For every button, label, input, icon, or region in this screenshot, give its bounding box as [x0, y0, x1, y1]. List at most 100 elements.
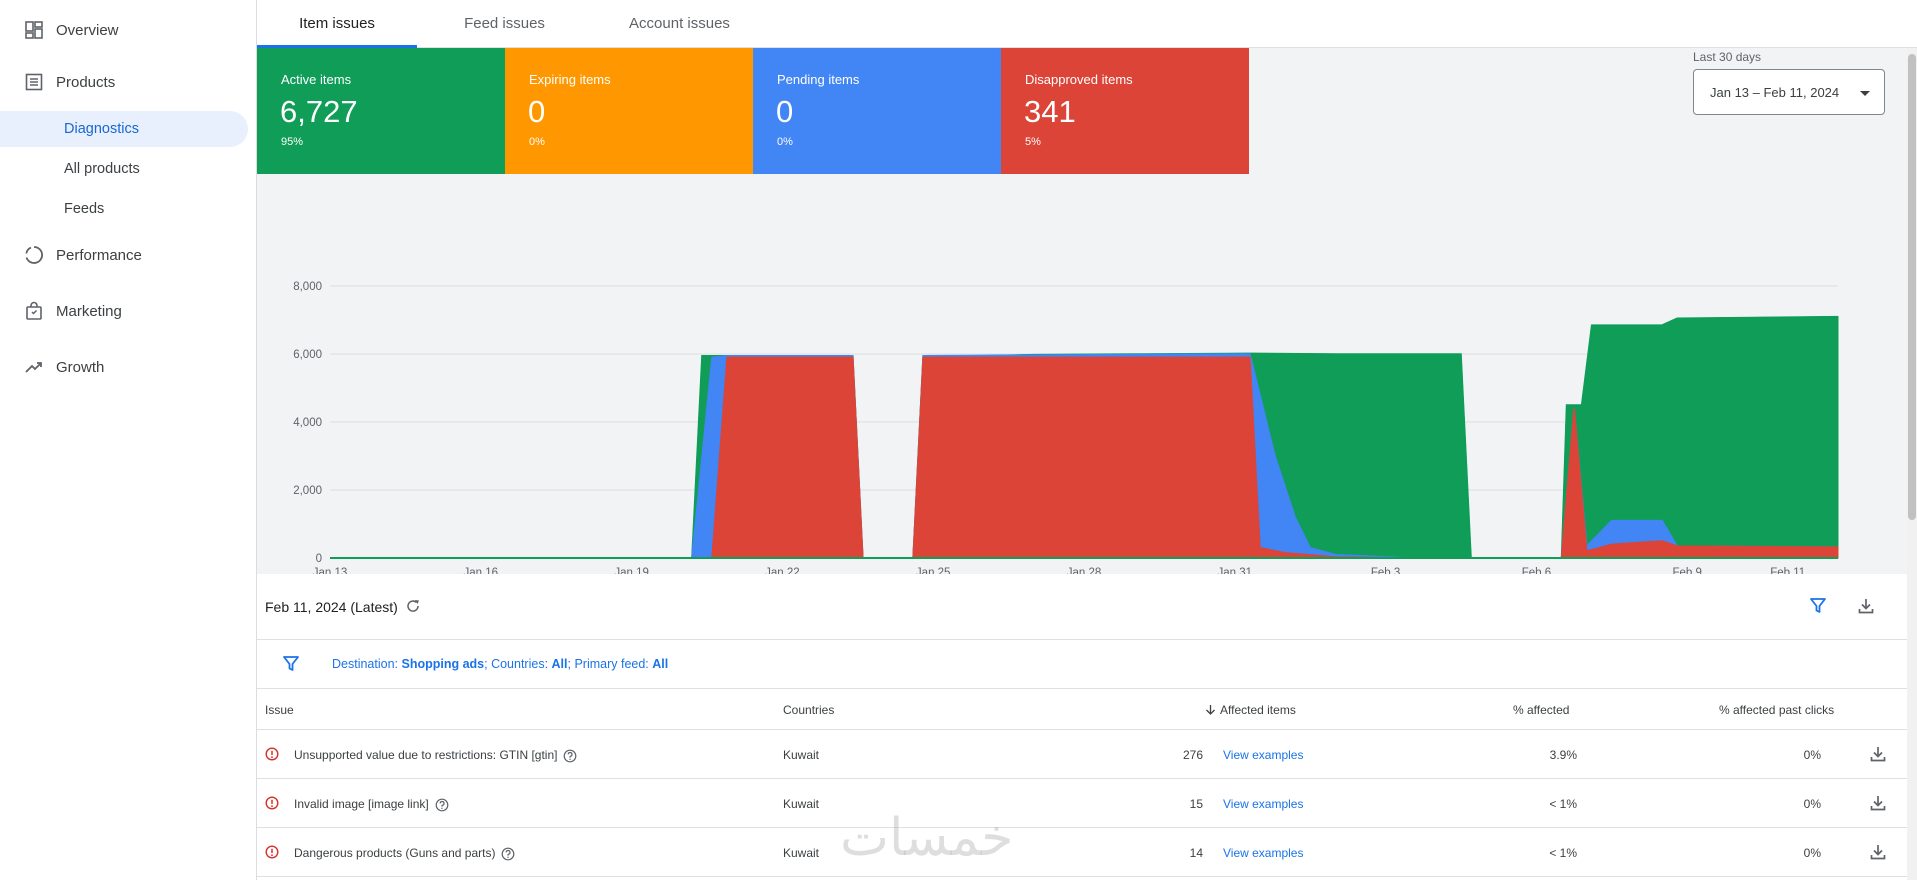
- card-percent: 95%: [281, 136, 304, 148]
- card-value: 341: [1024, 94, 1076, 129]
- nav-feeds[interactable]: Feeds: [0, 191, 248, 227]
- view-examples-link[interactable]: View examples: [1223, 846, 1303, 860]
- table-row[interactable]: Unsupported value due to restrictions: G…: [257, 730, 1907, 779]
- download-icon[interactable]: [1857, 597, 1875, 615]
- col-header-affected-items-label: Affected items: [1220, 703, 1296, 717]
- x-tick-label: Feb 6: [1522, 567, 1551, 574]
- table-row[interactable]: Dangerous products (Guns and parts) Kuwa…: [257, 828, 1907, 877]
- date-range-value: Jan 13 – Feb 11, 2024: [1710, 85, 1840, 100]
- filter-summary[interactable]: Destination: Shopping ads; Countries: Al…: [332, 657, 668, 671]
- chevron-down-icon: [1860, 91, 1870, 96]
- country-cell: Kuwait: [783, 846, 820, 860]
- dashboard-icon: [25, 21, 43, 39]
- col-header-issue[interactable]: Issue: [265, 703, 294, 717]
- tab-account-issues[interactable]: Account issues: [592, 0, 767, 47]
- filter-countries-value: All: [551, 657, 568, 671]
- filter-bar: Destination: Shopping ads; Countries: Al…: [257, 640, 1907, 689]
- pct-affected-cell: < 1%: [1549, 846, 1577, 860]
- error-icon: [265, 845, 279, 859]
- x-tick-label: Feb 11: [1770, 567, 1805, 574]
- pct-affected-cell: < 1%: [1549, 797, 1577, 811]
- issue-text: Dangerous products (Guns and parts): [294, 846, 496, 860]
- x-tick-label: Jan 28: [1067, 567, 1102, 574]
- nav-performance[interactable]: Performance: [0, 235, 256, 275]
- tab-account-issues-label: Account issues: [629, 15, 730, 32]
- table-row[interactable]: Invalid image [image link] Kuwait 15 Vie…: [257, 779, 1907, 828]
- nav-marketing[interactable]: Marketing: [0, 291, 256, 331]
- date-range-label: Last 30 days: [1693, 50, 1762, 64]
- help-icon[interactable]: [435, 798, 449, 812]
- card-value: 0: [528, 94, 546, 129]
- nav-growth[interactable]: Growth: [0, 347, 256, 387]
- card-expiring-items[interactable]: Expiring items 0 0%: [505, 48, 753, 174]
- filter-icon[interactable]: [282, 655, 300, 673]
- x-tick-label: Jan 22: [765, 567, 800, 574]
- issue-cell: Unsupported value due to restrictions: G…: [294, 748, 577, 763]
- affected-count: 14: [1189, 846, 1203, 860]
- card-label: Expiring items: [529, 72, 611, 87]
- col-header-pct-affected[interactable]: % affected: [1513, 703, 1569, 717]
- x-tick-label: Jan 31: [1218, 567, 1253, 574]
- nav-overview[interactable]: Overview: [0, 10, 256, 50]
- pct-clicks-cell: 0%: [1803, 748, 1821, 762]
- filter-icon[interactable]: [1809, 597, 1827, 615]
- filter-countries-label: ; Countries:: [484, 657, 552, 671]
- scrollbar-thumb[interactable]: [1908, 54, 1916, 520]
- date-range-select[interactable]: Jan 13 – Feb 11, 2024: [1693, 69, 1885, 115]
- nav-products-label: Products: [56, 73, 116, 91]
- card-percent: 0%: [777, 136, 793, 148]
- download-icon[interactable]: [1869, 745, 1887, 763]
- error-icon: [265, 796, 279, 810]
- card-percent: 5%: [1025, 136, 1041, 148]
- country-cell: Kuwait: [783, 748, 820, 762]
- download-icon[interactable]: [1869, 843, 1887, 861]
- nav-products[interactable]: Products: [0, 62, 256, 102]
- help-icon[interactable]: [563, 749, 577, 763]
- arrow-down-icon: [1206, 705, 1215, 715]
- nav-performance-label: Performance: [56, 246, 142, 264]
- card-percent: 0%: [529, 136, 545, 148]
- nav-all-products-label: All products: [64, 161, 140, 177]
- col-header-countries[interactable]: Countries: [783, 703, 834, 717]
- tab-item-issues[interactable]: Item issues: [257, 0, 417, 48]
- filter-destination-label: Destination:: [332, 657, 402, 671]
- issue-text: Unsupported value due to restrictions: G…: [294, 748, 558, 762]
- pct-clicks-cell: 0%: [1803, 797, 1821, 811]
- nav-marketing-label: Marketing: [56, 302, 122, 320]
- y-tick-label: 6,000: [293, 349, 322, 361]
- download-icon[interactable]: [1869, 794, 1887, 812]
- main-content: Item issues Feed issues Account issues A…: [257, 0, 1917, 880]
- tab-feed-issues[interactable]: Feed issues: [417, 0, 592, 47]
- tab-item-issues-label: Item issues: [299, 15, 375, 32]
- products-icon: [25, 73, 43, 91]
- scrollbar[interactable]: [1907, 48, 1917, 880]
- view-examples-link[interactable]: View examples: [1223, 748, 1303, 762]
- tab-feed-issues-label: Feed issues: [464, 15, 545, 32]
- filter-feed-label: ; Primary feed:: [567, 657, 653, 671]
- x-tick-label: Feb 3: [1371, 567, 1400, 574]
- y-tick-label: 4,000: [293, 417, 322, 429]
- nav-all-products[interactable]: All products: [0, 151, 248, 187]
- issue-text: Invalid image [image link]: [294, 797, 429, 811]
- y-tick-label: 2,000: [293, 485, 322, 497]
- col-header-pct-affected-clicks[interactable]: % affected past clicks: [1719, 703, 1834, 717]
- summary-area: Active items 6,727 95% Expiring items 0 …: [257, 48, 1907, 574]
- card-disapproved-items[interactable]: Disapproved items 341 5%: [1001, 48, 1249, 174]
- nav-diagnostics[interactable]: Diagnostics: [0, 111, 248, 147]
- pct-clicks-cell: 0%: [1803, 846, 1821, 860]
- view-examples-link[interactable]: View examples: [1223, 797, 1303, 811]
- tab-bar: Item issues Feed issues Account issues: [257, 0, 1917, 48]
- card-label: Disapproved items: [1025, 72, 1133, 87]
- refresh-icon[interactable]: [405, 598, 421, 614]
- affected-count: 15: [1189, 797, 1203, 811]
- help-icon[interactable]: [501, 847, 515, 861]
- card-pending-items[interactable]: Pending items 0 0%: [753, 48, 1001, 174]
- items-status-chart: 0 2,000 4,000 6,000 8,000 Jan 13 Jan 16 Jan 19 J…: [293, 281, 1839, 574]
- pct-affected-cell: 3.9%: [1549, 748, 1577, 762]
- table-header: Issue Countries Affected items % affecte…: [257, 689, 1907, 730]
- col-header-affected-items[interactable]: Affected items: [1205, 703, 1296, 717]
- x-tick-label: Feb 9: [1672, 567, 1701, 574]
- issue-cell: Invalid image [image link]: [294, 797, 449, 812]
- issue-cell: Dangerous products (Guns and parts): [294, 846, 515, 861]
- card-active-items[interactable]: Active items 6,727 95%: [257, 48, 505, 174]
